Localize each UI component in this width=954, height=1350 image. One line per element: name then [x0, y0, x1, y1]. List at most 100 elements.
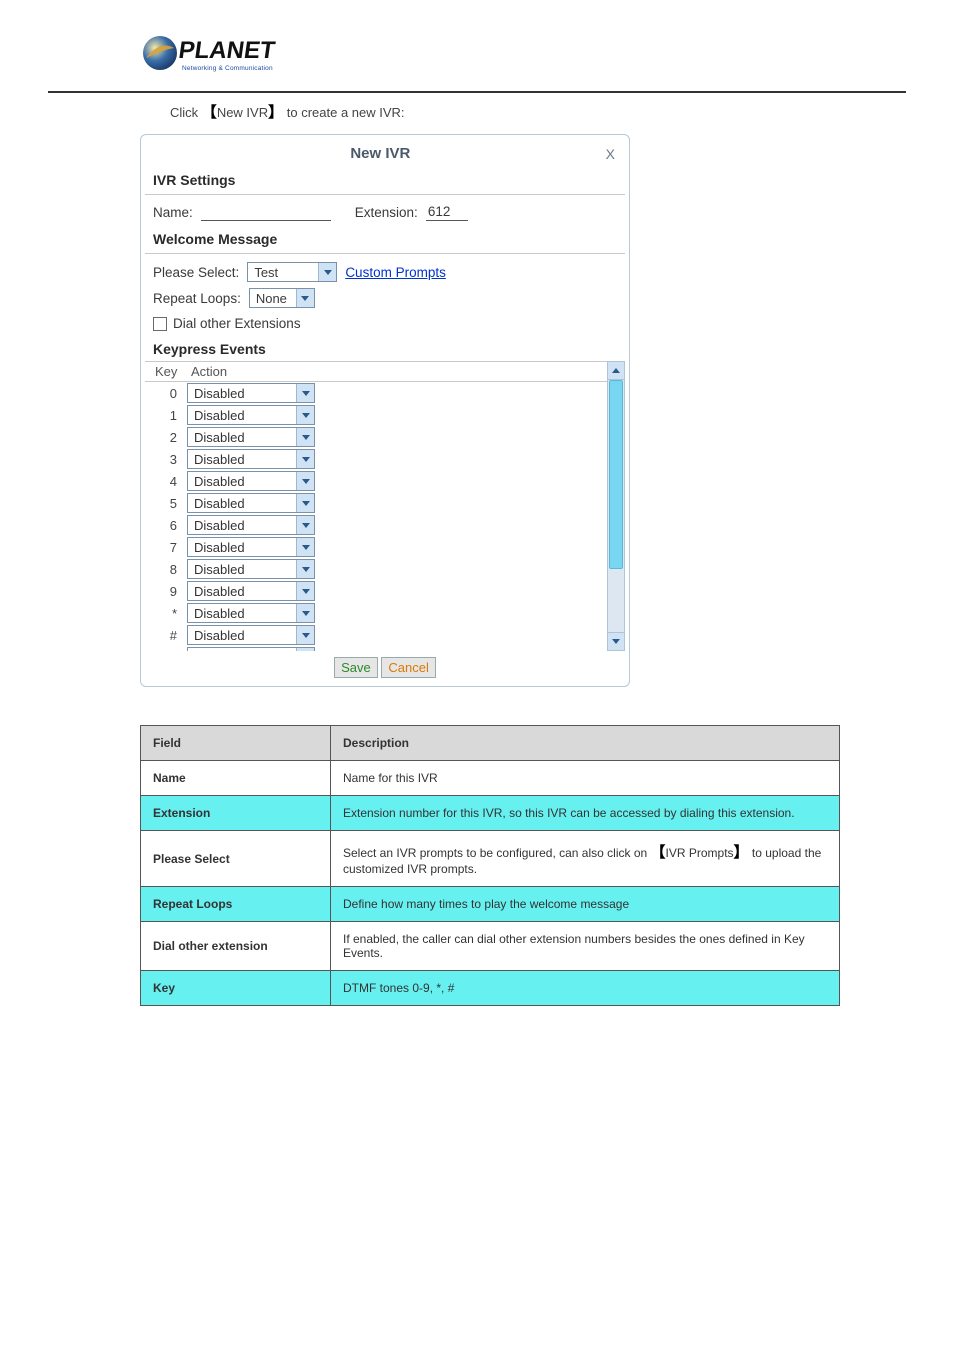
brand-logo: PLANET Networking & Communication	[140, 28, 906, 81]
table-field: Dial other extension	[141, 922, 331, 971]
keypress-row: 4Disabled	[145, 470, 607, 492]
extension-label: Extension:	[355, 205, 418, 220]
brand-name: PLANET	[177, 37, 277, 64]
keypress-action-dropdown[interactable]: Disabled	[187, 581, 315, 601]
keypress-key: *	[149, 606, 187, 621]
chevron-down-icon	[296, 560, 314, 578]
chevron-down-icon	[296, 516, 314, 534]
scroll-up-icon[interactable]	[608, 362, 624, 380]
keypress-key: #	[149, 628, 187, 643]
dial-other-checkbox[interactable]	[153, 317, 167, 331]
intro-text: Click 【New IVR】 to create a new IVR:	[170, 101, 906, 122]
keypress-action-dropdown[interactable]: Disabled	[187, 515, 315, 535]
chevron-down-icon	[296, 604, 314, 622]
extension-value[interactable]: 612	[426, 204, 468, 221]
keypress-key: 5	[149, 496, 187, 511]
keypress-key: 6	[149, 518, 187, 533]
chevron-down-icon	[296, 582, 314, 600]
keypress-key: t	[149, 650, 187, 652]
keypress-key: 0	[149, 386, 187, 401]
keypress-row: 1Disabled	[145, 404, 607, 426]
keypress-row: 2Disabled	[145, 426, 607, 448]
keypress-row: 3Disabled	[145, 448, 607, 470]
keypress-scrollbar[interactable]	[607, 361, 625, 651]
keypress-key: 8	[149, 562, 187, 577]
keypress-row: 0Disabled	[145, 382, 607, 404]
keypress-key: 2	[149, 430, 187, 445]
keypress-key: 3	[149, 452, 187, 467]
close-icon[interactable]: X	[606, 146, 615, 162]
col-key: Key	[149, 364, 187, 379]
keypress-action-dropdown[interactable]: Disabled	[187, 383, 315, 403]
table-desc: Extension number for this IVR, so this I…	[331, 796, 840, 831]
table-field: Repeat Loops	[141, 887, 331, 922]
chevron-down-icon	[296, 626, 314, 644]
chevron-down-icon	[318, 263, 336, 281]
keypress-key: 1	[149, 408, 187, 423]
chevron-down-icon	[296, 384, 314, 402]
keypress-action-dropdown[interactable]: Disabled	[187, 603, 315, 623]
keypress-action-dropdown[interactable]: Disabled	[187, 493, 315, 513]
chevron-down-icon	[296, 289, 314, 307]
keypress-key: 4	[149, 474, 187, 489]
section-ivr-settings: IVR Settings	[141, 168, 629, 192]
keypress-row: 8Disabled	[145, 558, 607, 580]
table-desc: Name for this IVR	[331, 761, 840, 796]
keypress-row: *Disabled	[145, 602, 607, 624]
header-divider	[48, 91, 906, 93]
custom-prompts-link[interactable]: Custom Prompts	[345, 265, 446, 280]
new-ivr-dialog: New IVR X IVR Settings Name: Extension: …	[140, 134, 630, 687]
section-keypress-events: Keypress Events	[141, 337, 629, 361]
please-select-dropdown[interactable]: Test	[247, 262, 337, 282]
table-header-desc: Description	[331, 726, 840, 761]
chevron-down-icon	[296, 472, 314, 490]
keypress-action-dropdown[interactable]: Disabled	[187, 405, 315, 425]
row-name-extension: Name: Extension: 612	[141, 197, 629, 227]
please-select-label: Please Select:	[153, 265, 239, 280]
section-welcome-message: Welcome Message	[141, 227, 629, 251]
chevron-down-icon	[296, 494, 314, 512]
chevron-down-icon	[296, 406, 314, 424]
table-field: Key	[141, 971, 331, 1006]
name-label: Name:	[153, 205, 193, 220]
table-field: Name	[141, 761, 331, 796]
scroll-down-icon[interactable]	[608, 632, 624, 650]
name-input[interactable]	[201, 203, 331, 221]
table-desc: DTMF tones 0-9, *, #	[331, 971, 840, 1006]
chevron-down-icon	[296, 538, 314, 556]
keypress-row: #Disabled	[145, 624, 607, 646]
brand-tagline: Networking & Communication	[182, 65, 273, 72]
table-desc: If enabled, the caller can dial other ex…	[331, 922, 840, 971]
field-description-table: Field Description NameName for this IVRE…	[140, 725, 840, 1006]
chevron-down-icon	[296, 450, 314, 468]
keypress-action-dropdown[interactable]: Disabled	[187, 449, 315, 469]
dial-other-label: Dial other Extensions	[173, 316, 301, 331]
keypress-action-dropdown[interactable]: Disabled	[187, 625, 315, 645]
repeat-loops-label: Repeat Loops:	[153, 291, 241, 306]
table-field: Extension	[141, 796, 331, 831]
keypress-action-dropdown[interactable]: Disabled	[187, 537, 315, 557]
keypress-row: 9Disabled	[145, 580, 607, 602]
keypress-row: 5Disabled	[145, 492, 607, 514]
keypress-row: 7Disabled	[145, 536, 607, 558]
table-field: Please Select	[141, 831, 331, 887]
dialog-title: New IVR	[155, 145, 606, 162]
repeat-loops-dropdown[interactable]: None	[249, 288, 315, 308]
keypress-action-dropdown[interactable]: Disabled	[187, 427, 315, 447]
keypress-key: 9	[149, 584, 187, 599]
save-button[interactable]: Save	[334, 657, 378, 678]
scroll-thumb[interactable]	[609, 380, 623, 569]
col-action: Action	[187, 364, 603, 379]
chevron-down-icon	[296, 428, 314, 446]
keypress-action-dropdown[interactable]: Disabled	[187, 471, 315, 491]
keypress-action-dropdown[interactable]: Disabled	[187, 559, 315, 579]
table-desc: Define how many times to play the welcom…	[331, 887, 840, 922]
keypress-action-dropdown[interactable]: Disabled	[187, 647, 315, 651]
cancel-button[interactable]: Cancel	[381, 657, 435, 678]
keypress-table: Key Action 0Disabled1Disabled2Disabled3D…	[145, 361, 607, 651]
keypress-row: tDisabled	[145, 646, 607, 651]
keypress-row: 6Disabled	[145, 514, 607, 536]
keypress-key: 7	[149, 540, 187, 555]
table-header-field: Field	[141, 726, 331, 761]
chevron-down-icon	[296, 648, 314, 651]
